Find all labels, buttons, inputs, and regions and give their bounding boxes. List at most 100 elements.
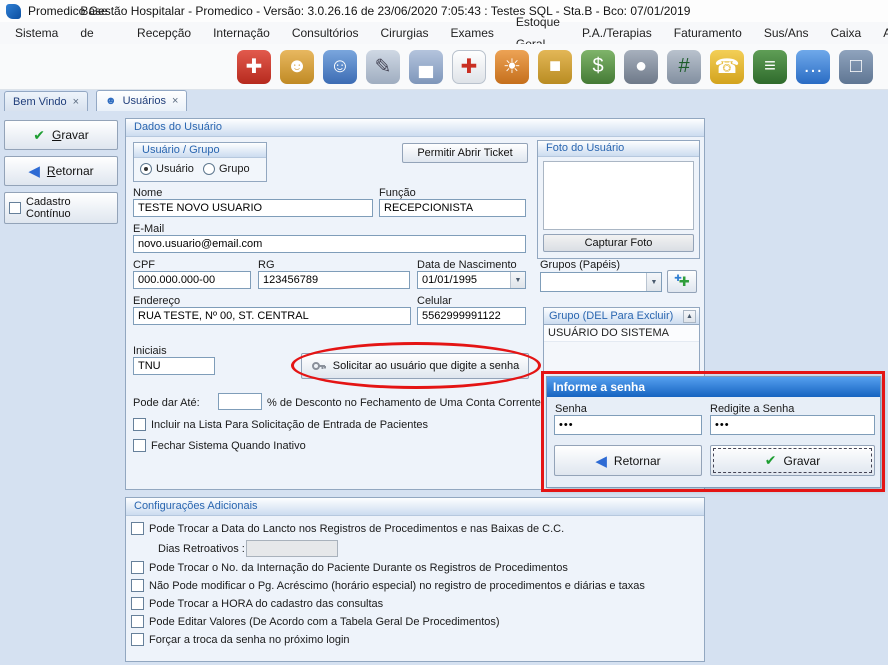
endereco-input[interactable] bbox=[133, 307, 411, 325]
chat-icon[interactable]: … bbox=[796, 50, 830, 84]
close-icon[interactable]: × bbox=[172, 95, 178, 107]
menu-item-sus-ans[interactable]: Sus/Ans bbox=[753, 22, 820, 44]
chevron-up-icon[interactable]: ▲ bbox=[683, 310, 696, 323]
checkbox-trocar-hora-consultas[interactable]: Pode Trocar a HORA do cadastro das consu… bbox=[131, 597, 383, 610]
phone-icon[interactable]: ☎ bbox=[710, 50, 744, 84]
menu-item-sistema[interactable]: Sistema bbox=[4, 22, 69, 44]
dialog-title: Informe a senha bbox=[553, 380, 645, 394]
checkbox-icon[interactable] bbox=[131, 615, 144, 628]
menu-item-cirurgias[interactable]: Cirurgias bbox=[370, 22, 440, 44]
package-icon[interactable]: ■ bbox=[538, 50, 572, 84]
menu-item-administracao[interactable]: Administra bbox=[872, 22, 888, 44]
checkbox-nao-modificar-acrescimo[interactable]: Não Pode modificar o Pg. Acréscimo (horá… bbox=[131, 579, 645, 592]
grupo-list: USUÁRIO DO SISTEMA bbox=[543, 325, 700, 372]
add-grupo-button[interactable]: ✚ ✚ bbox=[667, 270, 697, 293]
checkbox-icon[interactable] bbox=[133, 418, 146, 431]
celular-input[interactable] bbox=[417, 307, 526, 325]
radio-grupo[interactable]: Grupo bbox=[203, 163, 250, 175]
menu-item-faturamento[interactable]: Faturamento bbox=[663, 22, 753, 44]
book-icon[interactable]: ≡ bbox=[753, 50, 787, 84]
checkbox-editar-valores[interactable]: Pode Editar Valores (De Acordo com a Tab… bbox=[131, 615, 500, 628]
menu-item-internacao[interactable]: Internação bbox=[202, 22, 281, 44]
menu-item-consultorios[interactable]: Consultórios bbox=[281, 22, 370, 44]
chevron-down-icon[interactable]: ▼ bbox=[510, 272, 525, 288]
configuracoes-adicionais-header: Configurações Adicionais bbox=[126, 498, 704, 516]
checkbox-icon[interactable] bbox=[131, 522, 144, 535]
grupos-papeis-combo[interactable]: ▼ bbox=[540, 272, 662, 292]
retornar-button-label: Retornar bbox=[47, 164, 94, 178]
checkbox-fechar-sistema-inativo[interactable]: Fechar Sistema Quando Inativo bbox=[133, 439, 306, 452]
email-label: E-Mail bbox=[133, 223, 164, 235]
capturar-foto-button[interactable]: Capturar Foto bbox=[543, 234, 694, 252]
rg-label: RG bbox=[258, 259, 275, 271]
bank-icon[interactable]: $ bbox=[581, 50, 615, 84]
dialog-gravar-button[interactable]: ✔ Gravar bbox=[710, 445, 875, 476]
desconto-suffix-label: % de Desconto no Fechamento de Uma Conta… bbox=[267, 397, 541, 409]
safe-icon[interactable]: ● bbox=[624, 50, 658, 84]
menu-item-caixa[interactable]: Caixa bbox=[820, 22, 873, 44]
checkbox-icon[interactable] bbox=[131, 633, 144, 646]
checkbox-icon[interactable] bbox=[131, 579, 144, 592]
desconto-input[interactable] bbox=[218, 393, 262, 410]
tab-label: Usuários bbox=[123, 95, 166, 107]
cadastro-continuo-checkbox[interactable] bbox=[9, 202, 21, 214]
menu-item-recepcao[interactable]: Recepção bbox=[126, 22, 202, 44]
checkbox-icon[interactable] bbox=[133, 439, 146, 452]
radio-icon[interactable] bbox=[203, 163, 215, 175]
nome-input[interactable] bbox=[133, 199, 373, 217]
redigite-senha-input[interactable] bbox=[710, 415, 875, 435]
funcao-input[interactable] bbox=[379, 199, 526, 217]
cpf-input[interactable] bbox=[133, 271, 251, 289]
checkbox-incluir-lista-pacientes[interactable]: Incluir na Lista Para Solicitação de Ent… bbox=[133, 418, 428, 431]
menu-item-exames[interactable]: Exames bbox=[440, 22, 505, 44]
redigite-senha-label: Redigite a Senha bbox=[710, 403, 794, 415]
tab-bem-vindo[interactable]: Bem Vindo × bbox=[4, 91, 88, 111]
calculator-icon[interactable]: # bbox=[667, 50, 701, 84]
iniciais-input[interactable] bbox=[133, 357, 215, 375]
bed-icon[interactable]: ▄ bbox=[409, 50, 443, 84]
solicitar-senha-button[interactable]: Solicitar ao usuário que digite a senha bbox=[301, 353, 529, 379]
data-nascimento-input[interactable] bbox=[418, 272, 510, 288]
data-nascimento-combo[interactable]: ▼ bbox=[417, 271, 526, 289]
ambulance-icon[interactable]: ✚ bbox=[452, 50, 486, 84]
dialog-title-bar[interactable]: Informe a senha bbox=[547, 377, 880, 397]
user-icon: ☻ bbox=[105, 95, 117, 107]
senha-input[interactable] bbox=[554, 415, 702, 435]
close-icon[interactable]: × bbox=[73, 96, 79, 108]
data-nascimento-label: Data de Nascimento bbox=[417, 259, 517, 271]
cadastro-continuo-toggle[interactable]: Cadastro Contínuo bbox=[4, 192, 118, 224]
toolbar: ✚ ☻ ☺ ✎ ▄ ✚ ☀ ■ $ ● # ☎ ≡ … □ bbox=[0, 44, 888, 90]
radio-icon[interactable] bbox=[140, 163, 152, 175]
rg-input[interactable] bbox=[258, 271, 410, 289]
nome-label: Nome bbox=[133, 187, 162, 199]
doctor-icon[interactable]: ☺ bbox=[323, 50, 357, 84]
notes-icon[interactable]: ✎ bbox=[366, 50, 400, 84]
menu-item-pa-terapias[interactable]: P.A./Terapias bbox=[571, 22, 663, 44]
email-input[interactable] bbox=[133, 235, 526, 253]
app-logo-icon bbox=[6, 4, 21, 19]
tab-label: Bem Vindo bbox=[13, 96, 67, 108]
dialog-retornar-button[interactable]: ◀ Retornar bbox=[554, 445, 702, 476]
tab-usuarios[interactable]: ☻ Usuários × bbox=[96, 90, 187, 111]
checkbox-forcar-troca-senha[interactable]: Forçar a troca da senha no próximo login bbox=[131, 633, 350, 646]
monitor-icon[interactable]: □ bbox=[839, 50, 873, 84]
checkbox-icon[interactable] bbox=[131, 597, 144, 610]
grupos-papeis-input[interactable] bbox=[541, 273, 646, 291]
checkbox-trocar-numero-internacao[interactable]: Pode Trocar o No. da Internação do Pacie… bbox=[131, 561, 568, 574]
chevron-down-icon[interactable]: ▼ bbox=[646, 273, 661, 291]
checkbox-trocar-data-lancto[interactable]: Pode Trocar a Data do Lancto nos Registr… bbox=[131, 522, 564, 535]
checkbox-icon[interactable] bbox=[131, 561, 144, 574]
permitir-abrir-ticket-button[interactable]: Permitir Abrir Ticket bbox=[402, 143, 528, 163]
button-label: Capturar Foto bbox=[585, 237, 653, 249]
satellite-icon[interactable]: ☀ bbox=[495, 50, 529, 84]
check-icon: ✔ bbox=[765, 452, 777, 469]
radio-usuario[interactable]: Usuário bbox=[140, 163, 194, 175]
group-title: Dados do Usuário bbox=[134, 121, 222, 133]
users-icon[interactable]: ☻ bbox=[280, 50, 314, 84]
menu-bar: Sistema Base de Dados Recepção Internaçã… bbox=[0, 22, 888, 44]
list-item[interactable]: USUÁRIO DO SISTEMA bbox=[544, 325, 699, 342]
gravar-button[interactable]: ✔ Gravar bbox=[4, 120, 118, 150]
retornar-button[interactable]: ◀ Retornar bbox=[4, 156, 118, 186]
grupo-list-header[interactable]: Grupo (DEL Para Excluir) ▲ bbox=[543, 307, 700, 325]
emergency-icon[interactable]: ✚ bbox=[237, 50, 271, 84]
